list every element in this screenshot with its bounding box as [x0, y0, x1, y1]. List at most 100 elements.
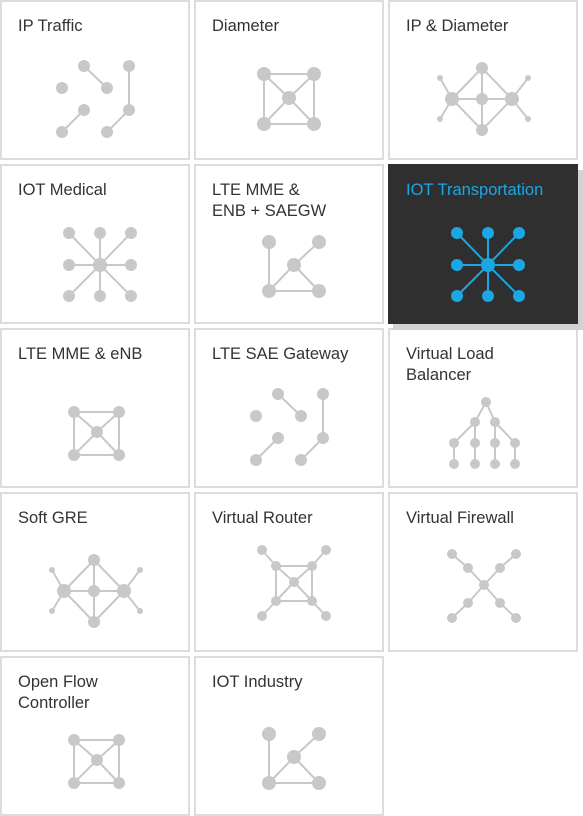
tile-iot-industry[interactable]: IOT Industry — [194, 656, 384, 816]
network-node — [445, 92, 459, 106]
network-node — [437, 75, 443, 81]
network-node — [94, 290, 106, 302]
network-node — [287, 258, 301, 272]
network-node — [447, 549, 457, 559]
network-node — [113, 734, 125, 746]
network-node — [91, 426, 103, 438]
network-node — [78, 60, 90, 72]
network-node — [271, 596, 281, 606]
network-node — [495, 598, 505, 608]
network-node — [307, 67, 321, 81]
network-node — [495, 563, 505, 573]
service-tile-grid: IP Traffic Diameter IP & Diameter IOT Me… — [0, 0, 583, 816]
tile-ip-traffic[interactable]: IP Traffic — [0, 0, 190, 160]
tile-lte-mme-enb[interactable]: LTE MME & eNB — [0, 328, 190, 488]
tile-lte-sae-gateway[interactable]: LTE SAE Gateway — [194, 328, 384, 488]
network-node — [312, 776, 326, 790]
network-node — [321, 611, 331, 621]
network-node — [113, 406, 125, 418]
network-node — [463, 563, 473, 573]
network-node — [510, 438, 520, 448]
network-node — [479, 580, 489, 590]
network-node — [490, 417, 500, 427]
network-node — [78, 104, 90, 116]
tile-ip-diameter[interactable]: IP & Diameter — [388, 0, 578, 160]
network-node — [125, 259, 137, 271]
network-node — [262, 727, 276, 741]
network-node — [481, 397, 491, 407]
network-node — [476, 124, 488, 136]
network-node — [56, 126, 68, 138]
network-node — [321, 545, 331, 555]
tile-iot-transportation[interactable]: IOT Transportation — [388, 164, 578, 324]
network-node — [125, 227, 137, 239]
network-node — [137, 608, 143, 614]
network-node — [490, 459, 500, 469]
network-node — [437, 116, 443, 122]
network-node — [307, 596, 317, 606]
network-node — [505, 92, 519, 106]
network-node — [525, 75, 531, 81]
network-node — [272, 388, 284, 400]
network-node — [476, 62, 488, 74]
network-node — [68, 406, 80, 418]
tile-iot-medical[interactable]: IOT Medical — [0, 164, 190, 324]
network-node — [101, 82, 113, 94]
network-node — [271, 561, 281, 571]
network-node — [510, 459, 520, 469]
network-node — [451, 290, 463, 302]
network-node — [463, 598, 473, 608]
tile-open-flow-controller[interactable]: Open Flow Controller — [0, 656, 190, 816]
network-node — [289, 577, 299, 587]
network-node — [101, 126, 113, 138]
network-node — [282, 91, 296, 105]
network-node — [257, 611, 267, 621]
network-node — [94, 227, 106, 239]
network-node — [476, 93, 488, 105]
network-node — [123, 104, 135, 116]
network-node — [57, 584, 71, 598]
tile-virtual-router[interactable]: Virtual Router — [194, 492, 384, 652]
network-node — [470, 417, 480, 427]
network-node — [88, 585, 100, 597]
network-node — [250, 410, 262, 422]
network-node — [295, 454, 307, 466]
network-node — [317, 432, 329, 444]
network-node — [113, 777, 125, 789]
network-node — [262, 776, 276, 790]
network-node — [482, 227, 494, 239]
tile-virtual-load-balancer[interactable]: Virtual Load Balancer — [388, 328, 578, 488]
network-node — [513, 290, 525, 302]
network-node — [68, 449, 80, 461]
network-node — [312, 727, 326, 741]
network-node — [513, 259, 525, 271]
network-node — [307, 561, 317, 571]
network-node — [257, 117, 271, 131]
network-node — [88, 554, 100, 566]
network-node — [451, 227, 463, 239]
network-node — [490, 438, 500, 448]
network-node — [63, 227, 75, 239]
network-node — [250, 454, 262, 466]
network-node — [88, 616, 100, 628]
tile-virtual-firewall[interactable]: Virtual Firewall — [388, 492, 578, 652]
network-node — [113, 449, 125, 461]
network-node — [68, 777, 80, 789]
network-node — [49, 608, 55, 614]
tile-diameter[interactable]: Diameter — [194, 0, 384, 160]
network-node — [63, 259, 75, 271]
network-node — [525, 116, 531, 122]
network-node — [91, 754, 103, 766]
network-node — [317, 388, 329, 400]
network-node — [513, 227, 525, 239]
network-node — [257, 67, 271, 81]
tile-soft-gre[interactable]: Soft GRE — [0, 492, 190, 652]
network-node — [511, 549, 521, 559]
network-node — [312, 284, 326, 298]
network-node — [447, 613, 457, 623]
network-node — [451, 259, 463, 271]
network-node — [125, 290, 137, 302]
network-node — [470, 438, 480, 448]
network-node — [482, 290, 494, 302]
tile-lte-mme-enb-saegw[interactable]: LTE MME & ENB + SAEGW — [194, 164, 384, 324]
